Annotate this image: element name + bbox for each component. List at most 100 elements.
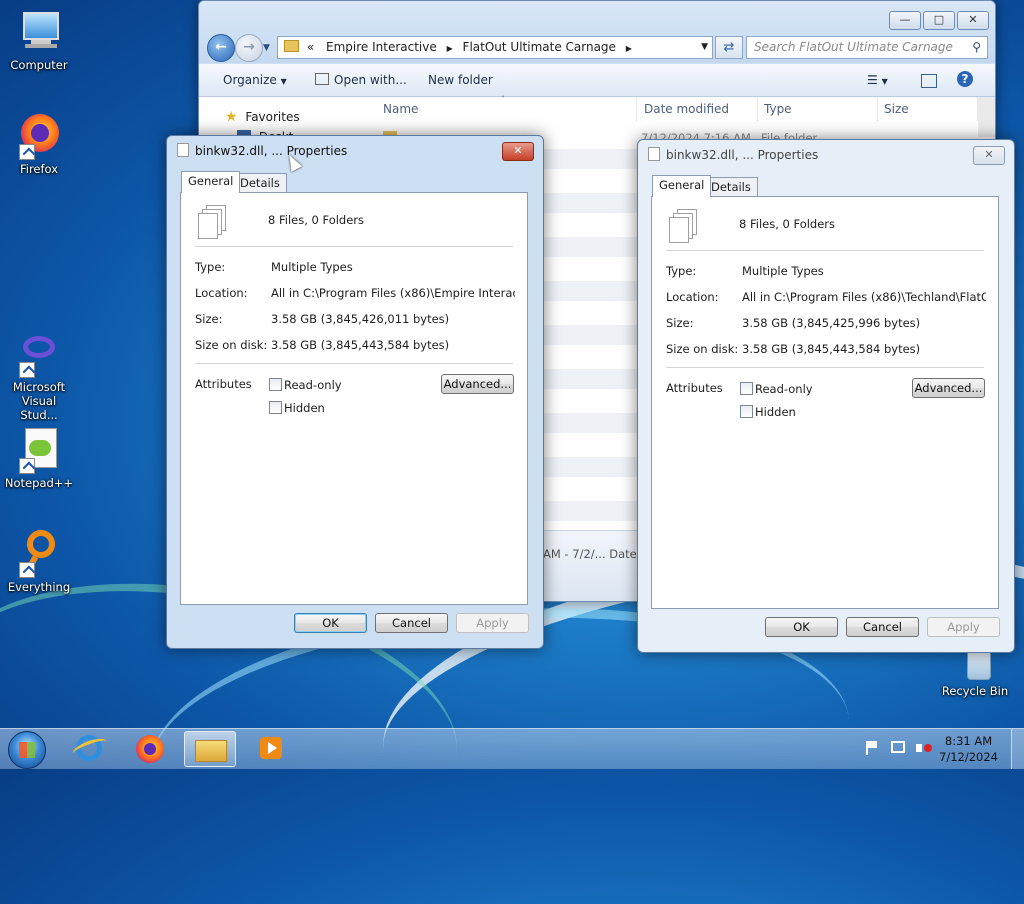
multiple-files-icon (198, 205, 226, 239)
firefox-icon[interactable] (124, 731, 176, 767)
desktop-icon-firefox[interactable]: Firefox (2, 112, 76, 176)
forward-button[interactable]: → (235, 34, 263, 62)
tab-general[interactable]: General (181, 171, 241, 193)
divider (195, 246, 513, 247)
breadcrumb-separator-icon[interactable]: ▶ (447, 44, 453, 53)
list-item[interactable] (543, 413, 637, 433)
new-folder-button[interactable]: New folder (428, 73, 493, 87)
view-options-icon[interactable]: ☰ ▼ (867, 73, 888, 87)
system-clock[interactable]: 8:31 AM 7/12/2024 (939, 733, 998, 765)
preview-pane-icon[interactable] (921, 74, 937, 88)
scrollbar[interactable] (978, 97, 995, 137)
search-input[interactable]: Search FlatOut Ultimate Carnage ⚲ (746, 36, 988, 59)
visual-studio-icon (15, 330, 63, 378)
network-icon[interactable] (891, 741, 905, 753)
start-orb[interactable] (8, 731, 46, 769)
taskbar: 8:31 AM 7/12/2024 (0, 728, 1024, 769)
tab-details[interactable]: Details (704, 177, 758, 197)
apply-button[interactable]: Apply (927, 617, 1000, 637)
selection-summary: 8 Files, 0 Folders (268, 213, 365, 227)
explorer-icon[interactable] (184, 731, 236, 767)
open-with-button[interactable]: Open with... (315, 73, 407, 87)
readonly-label[interactable]: Read-only (284, 378, 342, 392)
column-header-date[interactable]: Date modified (638, 97, 758, 121)
column-header-name[interactable]: Name (377, 97, 637, 121)
tab-general[interactable]: General (652, 175, 712, 197)
show-desktop-button[interactable] (1011, 729, 1024, 769)
breadcrumb-item[interactable]: Empire Interactive (326, 40, 437, 54)
address-dropdown-icon[interactable]: ▼ (701, 37, 708, 58)
address-bar[interactable]: « Empire Interactive ▶ FlatOut Ultimate … (277, 36, 713, 59)
search-placeholder: Search FlatOut Ultimate Carnage (754, 40, 953, 54)
readonly-checkbox[interactable] (269, 378, 282, 391)
desktop-icon-computer[interactable]: Computer (2, 8, 76, 72)
list-item[interactable] (543, 149, 637, 169)
search-icon: ⚲ (972, 40, 981, 54)
list-item[interactable] (543, 325, 637, 345)
folder-icon (284, 40, 299, 52)
open-with-icon (315, 73, 329, 85)
dialog-title: binkw32.dll, ... Properties (648, 147, 818, 162)
hidden-label[interactable]: Hidden (755, 405, 796, 419)
advanced-button[interactable]: Advanced... (912, 378, 985, 398)
nav-item-favorites[interactable]: ★ Favorites (225, 109, 300, 125)
internet-explorer-icon[interactable] (64, 731, 116, 767)
list-item[interactable] (543, 369, 637, 389)
close-button[interactable]: ✕ (502, 142, 534, 161)
readonly-label[interactable]: Read-only (755, 382, 813, 396)
breadcrumb-item[interactable]: FlatOut Ultimate Carnage (463, 40, 616, 54)
size-value: 3.58 GB (3,845,426,011 bytes) (271, 312, 450, 326)
advanced-button[interactable]: Advanced... (441, 374, 514, 394)
desktop-icon-notepadpp[interactable]: Notepad++ (2, 426, 76, 490)
hidden-label[interactable]: Hidden (284, 401, 325, 415)
hidden-checkbox[interactable] (740, 405, 753, 418)
computer-icon (15, 8, 63, 56)
media-player-icon[interactable] (244, 731, 296, 767)
column-header-type[interactable]: Type (758, 97, 878, 121)
properties-dialog-right[interactable]: binkw32.dll, ... Properties ✕ General De… (637, 139, 1015, 653)
list-item[interactable] (543, 193, 637, 213)
breadcrumb-overflow[interactable]: « (307, 40, 314, 54)
minimize-button[interactable]: — (889, 11, 921, 30)
divider (666, 250, 984, 251)
list-item[interactable] (543, 457, 637, 477)
hidden-checkbox[interactable] (269, 401, 282, 414)
size-label: Size: (195, 312, 223, 326)
size-on-disk-label: Size on disk: (666, 342, 739, 356)
help-icon[interactable]: ? (957, 71, 973, 87)
close-button[interactable]: ✕ (973, 146, 1005, 165)
location-label: Location: (195, 286, 248, 300)
back-button[interactable]: ← (207, 34, 235, 62)
apply-button[interactable]: Apply (456, 613, 529, 633)
breadcrumb-separator-icon[interactable]: ▶ (626, 44, 632, 53)
list-item[interactable] (543, 237, 637, 257)
size-label: Size: (666, 316, 694, 330)
ok-button[interactable]: OK (765, 617, 838, 637)
close-button[interactable]: ✕ (957, 11, 989, 30)
desktop-icon-label: Microsoft Visual Stud... (12, 380, 66, 422)
desktop-icon-everything[interactable]: Everything (2, 530, 76, 594)
organize-button[interactable]: Organize ▼ (223, 73, 287, 87)
list-item[interactable] (543, 501, 637, 521)
maximize-button[interactable]: □ (923, 11, 955, 30)
type-value: Multiple Types (271, 260, 353, 274)
ok-button[interactable]: OK (294, 613, 367, 633)
tab-details[interactable]: Details (233, 173, 287, 193)
firefox-icon (15, 112, 63, 160)
properties-dialog-left[interactable]: binkw32.dll, ... Properties ✕ General De… (166, 135, 544, 649)
refresh-button[interactable]: ⇄ (715, 36, 743, 59)
action-center-flag-icon[interactable] (866, 741, 880, 755)
desktop-icon-label: Recycle Bin (941, 684, 1009, 698)
desktop-icon-visual-studio[interactable]: Microsoft Visual Stud... (2, 330, 76, 422)
column-header-size[interactable]: Size (878, 97, 978, 121)
list-item[interactable] (543, 281, 637, 301)
cancel-button[interactable]: Cancel (846, 617, 919, 637)
desktop-icon-recycle-bin[interactable]: Recycle Bin (938, 646, 1012, 698)
recent-pages-chevron-icon[interactable]: ▼ (263, 43, 270, 53)
general-panel: 8 Files, 0 Folders Type: Multiple Types … (651, 196, 999, 609)
volume-muted-icon[interactable] (916, 740, 932, 756)
type-label: Type: (666, 264, 697, 278)
cancel-button[interactable]: Cancel (375, 613, 448, 633)
location-label: Location: (666, 290, 719, 304)
readonly-checkbox[interactable] (740, 382, 753, 395)
